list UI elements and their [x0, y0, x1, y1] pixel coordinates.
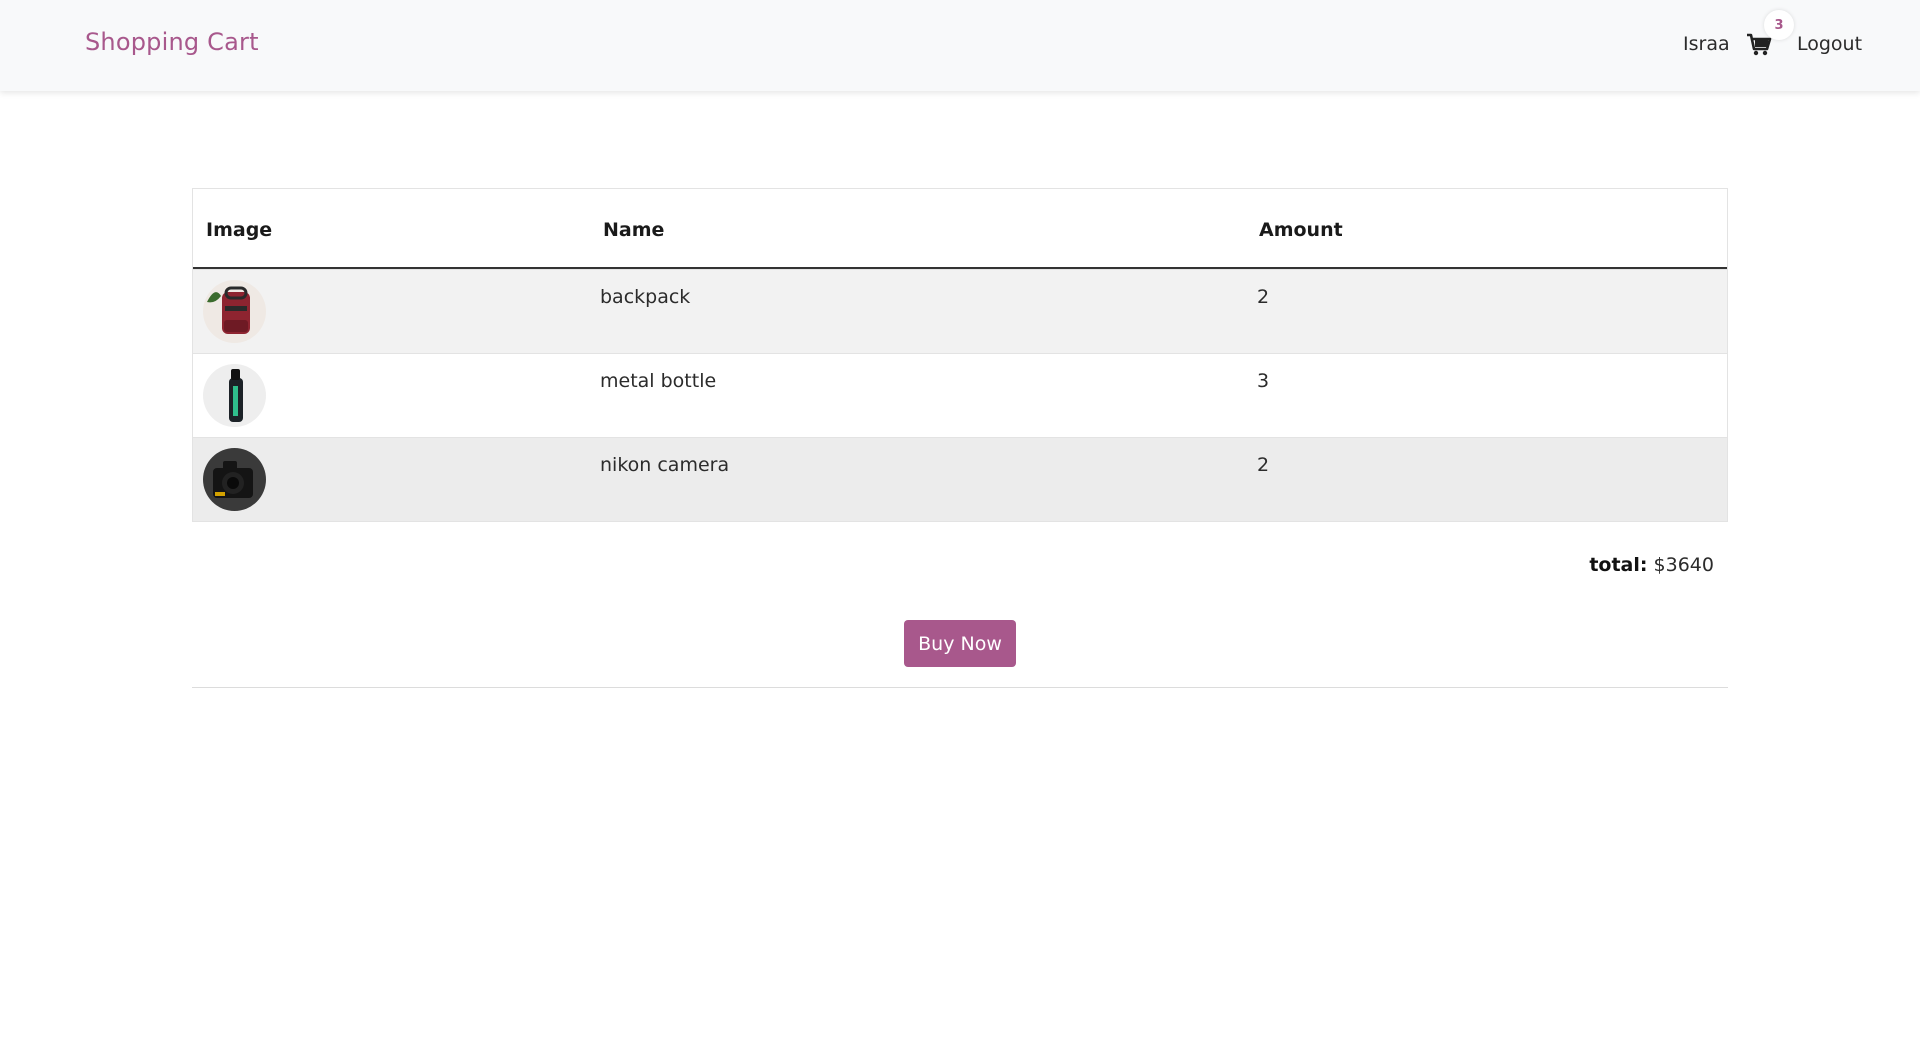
total-label: total: — [1589, 554, 1648, 576]
table-row: nikon camera 2 — [193, 437, 1727, 521]
navbar-right: Israa 3 Logout — [0, 0, 1920, 91]
table-row: metal bottle 3 — [193, 353, 1727, 437]
logout-link[interactable]: Logout — [1797, 33, 1862, 55]
total-value: $3640 — [1653, 554, 1714, 576]
item-amount: 2 — [1257, 286, 1270, 308]
cart-table: Image Name Amount backpack 2 metal bottl… — [192, 188, 1728, 522]
backpack-image — [203, 280, 266, 343]
metal-bottle-image — [203, 364, 266, 427]
buy-now-button[interactable]: Buy Now — [904, 620, 1016, 667]
item-name: backpack — [600, 286, 691, 308]
divider — [192, 687, 1728, 688]
table-header: Image Name Amount — [193, 189, 1727, 269]
navbar: Shopping Cart Israa 3 Logout — [0, 0, 1920, 91]
user-name[interactable]: Israa — [1683, 33, 1730, 55]
table-row: backpack 2 — [193, 269, 1727, 353]
item-amount: 2 — [1257, 454, 1270, 476]
column-header-name: Name — [603, 219, 665, 241]
cart-total: total: $3640 — [1589, 554, 1714, 576]
column-header-amount: Amount — [1259, 219, 1343, 241]
item-name: nikon camera — [600, 454, 730, 476]
cart-panel: Image Name Amount backpack 2 metal bottl… — [192, 188, 1728, 688]
cart-count-badge: 3 — [1764, 10, 1794, 40]
item-amount: 3 — [1257, 370, 1270, 392]
item-name: metal bottle — [600, 370, 717, 392]
nikon-camera-image — [203, 448, 266, 511]
column-header-image: Image — [206, 219, 273, 241]
